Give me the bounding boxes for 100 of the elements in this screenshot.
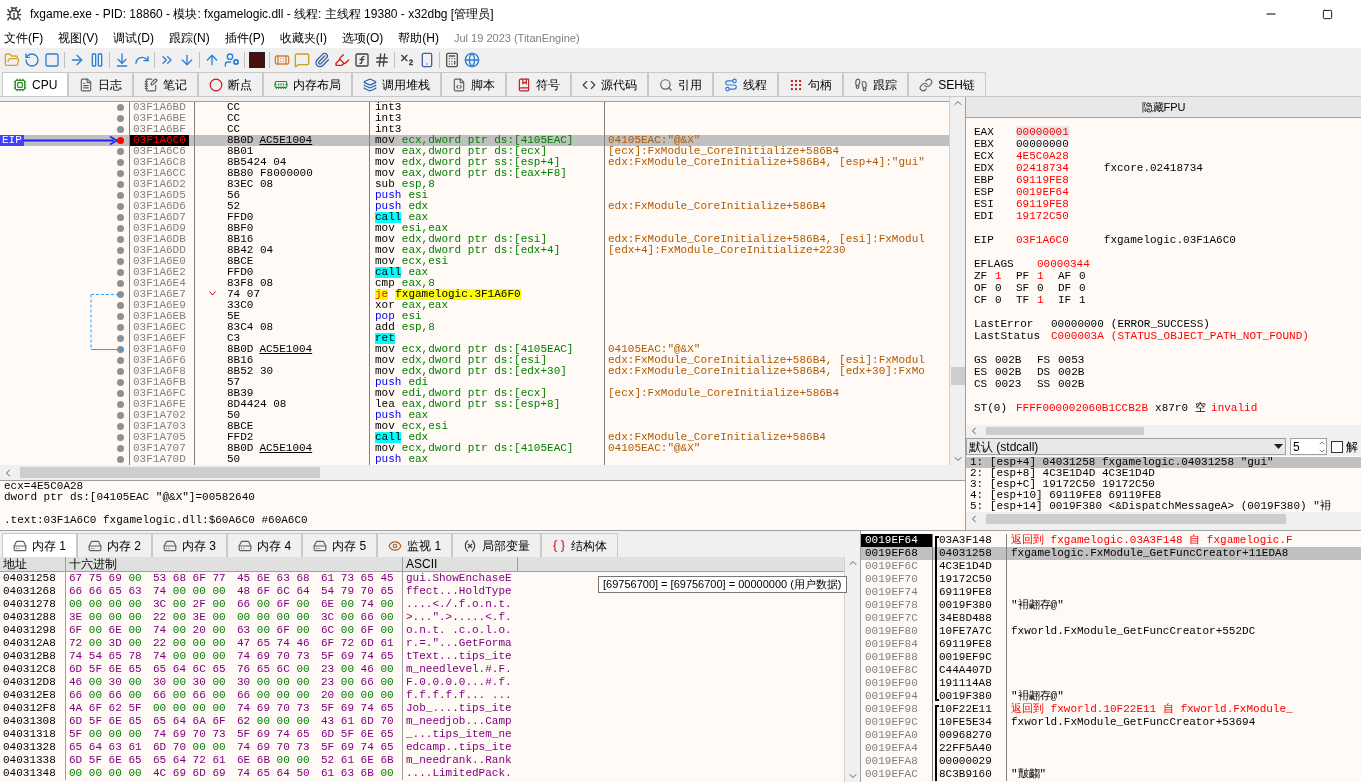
menu-item[interactable]: 调试(D) [113, 29, 154, 47]
disassembly-row[interactable]: 03F1A6D2 83EC 08 sub esp,8 [0, 179, 949, 190]
disassembly-row[interactable]: 03F1A707 8B0D AC5E1004 mov ecx,dword ptr ds:[4105EAC] 04105EAC:"@&X" [0, 443, 949, 454]
disassembly-row[interactable]: 03F1A702 50 push eax [0, 410, 949, 421]
disassembly-row[interactable]: 03F1A6D5 56 push esi [0, 190, 949, 201]
tab[interactable]: 内存 4 [227, 533, 303, 557]
stack-row[interactable]: 0019EFA4 22FF5A40 [861, 742, 1361, 755]
tab[interactable]: SEH链 [908, 72, 987, 96]
register-value[interactable]: 69119FE8 [1016, 174, 1069, 186]
tab[interactable]: 笔记 [133, 72, 199, 96]
tab[interactable]: 断点 [198, 72, 264, 96]
column-header[interactable]: ASCII [403, 557, 518, 571]
argument-row[interactable]: 1: [esp+4] 04031258 fxgamelogic.04031258 "gui" [966, 457, 1361, 468]
disassembly-row[interactable]: 03F1A6C6 8B01 mov eax,dword ptr ds:[ecx] [ecx]:FxModule_CoreInitialize+586B4 [0, 146, 949, 157]
register-value[interactable]: 69119FE8 [1016, 198, 1069, 210]
disassembly-row[interactable]: 03F1A6CC 8B80 F8000000 mov eax,dword ptr ds:[eax+F8] [0, 168, 949, 179]
step-into-icon[interactable] [114, 52, 130, 68]
disassembly-row[interactable]: 03F1A6FC 8B39 mov edi,dword ptr ds:[ecx] [ecx]:FxModule_CoreInitialize+586B4 [0, 388, 949, 399]
argument-row[interactable]: 3: [esp+C] 19172C50 19172C50 [966, 479, 1361, 490]
segment-value[interactable]: 002B [1058, 378, 1085, 390]
segment-value[interactable]: 0053 [1058, 354, 1085, 366]
menu-item[interactable]: 收藏夹(I) [279, 29, 327, 47]
flag-value[interactable]: 1 [1037, 294, 1044, 306]
argument-row[interactable]: 2: [esp+8] 4C3E1D4D 4C3E1D4D [966, 468, 1361, 479]
highlighter-icon[interactable] [334, 52, 350, 68]
disassembly-row[interactable]: 03F1A6BD CC int3 [0, 102, 949, 113]
fpu-register-value[interactable]: FFFF000002060B1CCB2B [1016, 402, 1149, 414]
patch-icon[interactable] [274, 52, 290, 68]
stack-row[interactable]: 0019EFA8 00000029 [861, 755, 1361, 768]
maximize-icon[interactable] [1322, 8, 1333, 20]
tab[interactable]: 源代码 [571, 72, 649, 96]
register-value[interactable]: 0019EF64 [1016, 186, 1069, 198]
subscript-icon[interactable] [399, 52, 415, 68]
status-value[interactable]: C000003A [1051, 330, 1104, 342]
register-value[interactable]: 00000344 [1037, 258, 1090, 270]
tab[interactable]: 符号 [506, 72, 572, 96]
stack-row[interactable]: 0019EF6C 4C3E1D4D [861, 560, 1361, 573]
phone-icon[interactable] [419, 52, 435, 68]
tab[interactable]: 线程 [713, 72, 779, 96]
disassembly-row[interactable]: 03F1A6F0 8B0D AC5E1004 mov ecx,dword ptr ds:[4105EAC] 04105EAC:"@&X" [0, 344, 949, 355]
stack-row[interactable]: 0019EF98 10F22E11 返回到 fxworld.10F22E11 自 fxworld.FxModule_ [861, 703, 1361, 716]
hash-icon[interactable] [374, 52, 390, 68]
stack-row[interactable]: 0019EF9C 10FE5E34 fxworld.FxModule_GetFuncCreator+53694 [861, 716, 1361, 729]
disassembly-row[interactable]: 03F1A6E9 33C0 xor eax,eax [0, 300, 949, 311]
disassembly-row[interactable]: 03F1A6FB 57 push edi [0, 377, 949, 388]
register-value[interactable]: 03F1A6C0 [1016, 234, 1069, 246]
flag-value[interactable]: 0 [995, 282, 1002, 294]
hide-fpu-button[interactable]: 隐藏FPU [966, 97, 1361, 118]
vertical-scrollbar[interactable] [844, 557, 860, 782]
tab[interactable]: 脚本 [441, 72, 507, 96]
tab[interactable]: 句柄 [778, 72, 844, 96]
checkbox[interactable] [1331, 440, 1343, 453]
stack-row[interactable]: 0019EF90 191114A8 [861, 677, 1361, 690]
column-header[interactable]: 十六进制 [66, 557, 403, 571]
disassembly-row[interactable]: 03F1A6F8 8B52 30 mov edx,dword ptr ds:[edx+30] edx:FxModule_CoreInitialize+586B4, [edx+30]:FxMo [0, 366, 949, 377]
vertical-scrollbar[interactable] [949, 97, 965, 465]
disassembly-row[interactable]: 03F1A6DD 8B42 04 mov eax,dword ptr ds:[edx+4] [edx+4]:FxModule_CoreInitialize+2230 [0, 245, 949, 256]
disassembly-row[interactable]: 03F1A6EB 5E pop esi [0, 311, 949, 322]
disassembly-row[interactable]: 03F1A6FE 8D4424 08 lea eax,dword ptr ss:[esp+8] [0, 399, 949, 410]
flag-value[interactable]: 0 [1037, 282, 1044, 294]
menu-item[interactable]: 视图(V) [58, 29, 99, 47]
disassembly-row[interactable]: 03F1A705 FFD2 call edx edx:FxModule_CoreInitialize+586B4 [0, 432, 949, 443]
folder-icon[interactable] [4, 52, 20, 68]
tab[interactable]: 监视 1 [377, 533, 453, 557]
tab[interactable]: 内存 5 [302, 533, 378, 557]
tab[interactable]: 内存 2 [77, 533, 153, 557]
flag-value[interactable]: 0 [995, 294, 1002, 306]
flag-value[interactable]: 0 [1079, 270, 1086, 282]
tab[interactable]: 内存 3 [152, 533, 228, 557]
menu-item[interactable]: 帮助(H) [398, 29, 439, 47]
tab[interactable]: 跟踪 [843, 72, 909, 96]
restart-icon[interactable] [24, 52, 40, 68]
disassembly-row[interactable]: 03F1A6E7 74 07 je fxgamelogic.3F1A6F0 [0, 289, 949, 300]
segment-value[interactable]: 002B [995, 366, 1022, 378]
disassembly-row[interactable]: 03F1A6EF C3 ret [0, 333, 949, 344]
disassembly-row[interactable]: 03F1A6DB 8B16 mov edx,dword ptr ds:[esi] edx:FxModule_CoreInitialize+586B4, [esi]:FxModul [0, 234, 949, 245]
disassembly-row[interactable]: 03F1A6D9 8BF0 mov esi,eax [0, 223, 949, 234]
segment-value[interactable]: 002B [1058, 366, 1085, 378]
flag-value[interactable]: 1 [995, 270, 1002, 282]
disassembly-row[interactable]: EIP 03F1A6C0 8B0D AC5E1004 mov ecx,dword ptr ds:[4105EAC] 04105EAC:"@&X" [0, 135, 949, 146]
register-value[interactable]: 02418734 [1016, 162, 1069, 174]
column-header[interactable]: 地址 [0, 557, 66, 571]
stack-row[interactable]: 0019EFA0 00968270 [861, 729, 1361, 742]
flag-value[interactable]: 1 [1037, 270, 1044, 282]
argument-row[interactable]: 4: [esp+10] 69119FE8 69119FE8 [966, 490, 1361, 501]
stack-row[interactable]: 0019EF84 69119FE8 [861, 638, 1361, 651]
globe-icon[interactable] [464, 52, 480, 68]
stop-icon[interactable] [44, 52, 60, 68]
flag-value[interactable]: 0 [1079, 282, 1086, 294]
stack-row[interactable]: 0019EFAC 8C3B9160 "皾齺" [861, 768, 1361, 781]
scroll-thumb[interactable] [986, 514, 1286, 524]
stack-row[interactable]: 0019EF70 19172C50 [861, 573, 1361, 586]
stack-row[interactable]: 0019EF74 69119FE8 [861, 586, 1361, 599]
tab[interactable]: 日志 [68, 72, 134, 96]
trace-over-icon[interactable] [179, 52, 195, 68]
menu-item[interactable]: 跟踪(N) [169, 29, 210, 47]
register-value[interactable]: 00000000 [1016, 138, 1069, 150]
run-to-user-code-icon[interactable] [224, 52, 240, 68]
disassembly-row[interactable]: 03F1A6E2 FFD0 call eax [0, 267, 949, 278]
tab[interactable]: 引用 [648, 72, 714, 96]
